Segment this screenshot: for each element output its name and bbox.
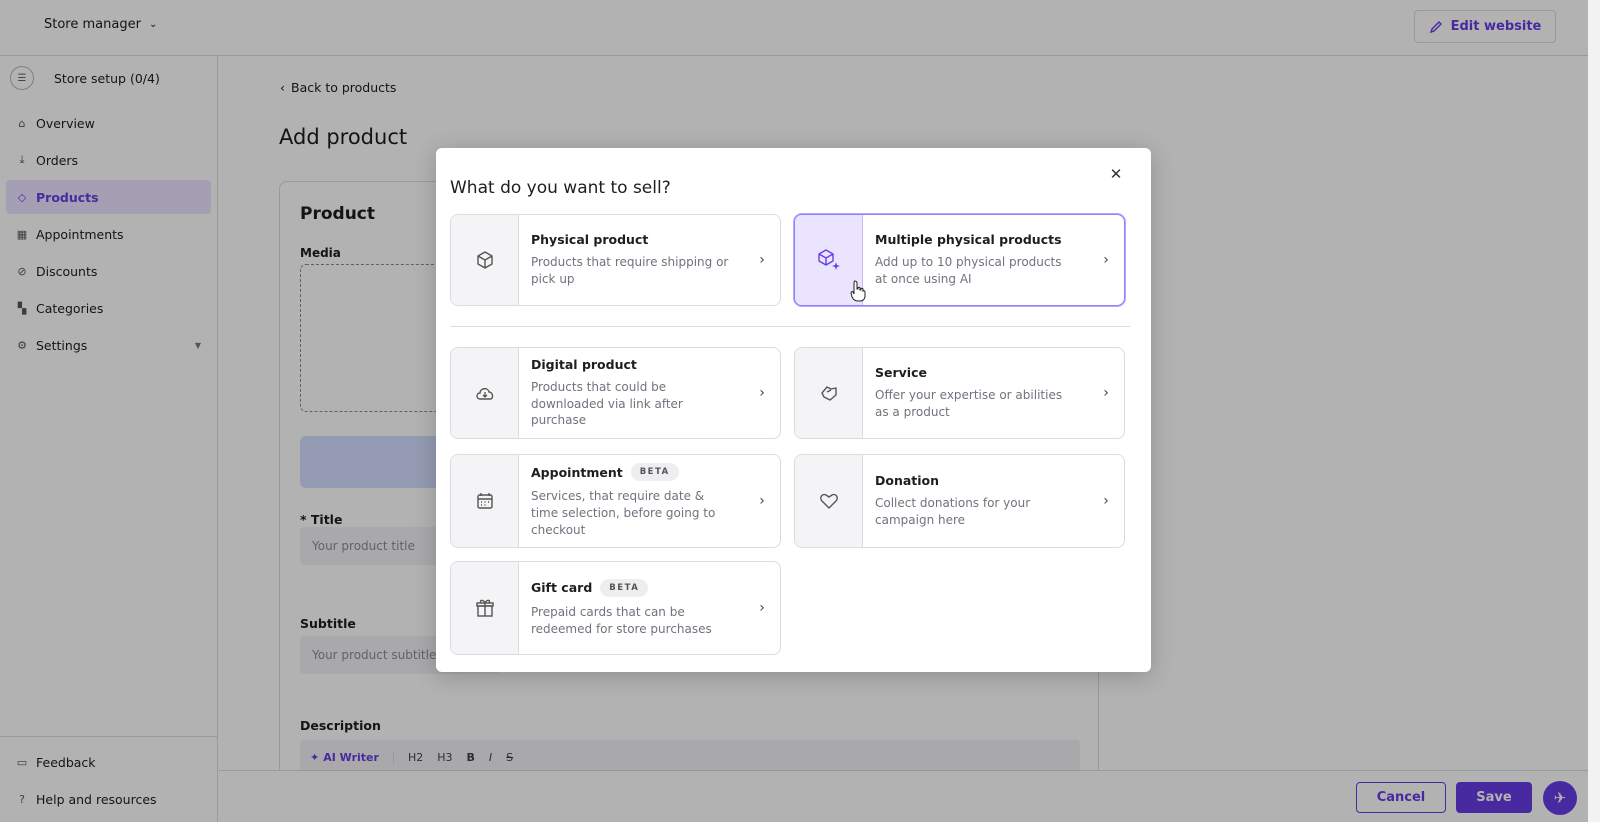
option-description: Services, that require date & time selec… bbox=[531, 489, 716, 537]
option-service[interactable]: Service Offer your expertise or abilitie… bbox=[794, 347, 1125, 439]
option-description: Collect donations for your campaign here bbox=[875, 496, 1031, 527]
chevron-right-icon: › bbox=[759, 385, 765, 401]
option-name: Digital product bbox=[531, 356, 637, 372]
option-gift-card[interactable]: Gift card BETA Prepaid cards that can be … bbox=[450, 561, 781, 655]
beta-badge: BETA bbox=[600, 578, 649, 597]
chevron-right-icon: › bbox=[759, 252, 765, 268]
hand-cursor-icon bbox=[850, 280, 866, 302]
scrollbar[interactable] bbox=[1588, 0, 1600, 822]
calendar-icon bbox=[451, 455, 519, 547]
modal-title: What do you want to sell? bbox=[450, 178, 671, 198]
heart-icon bbox=[795, 455, 863, 547]
chevron-right-icon: › bbox=[1103, 385, 1109, 401]
option-description: Add up to 10 physical products at once u… bbox=[875, 255, 1062, 286]
option-name: Service bbox=[875, 365, 927, 381]
option-name: Physical product bbox=[531, 232, 649, 248]
close-icon[interactable]: ✕ bbox=[1106, 164, 1126, 184]
option-description: Products that require shipping or pick u… bbox=[531, 255, 729, 286]
option-description: Prepaid cards that can be redeemed for s… bbox=[531, 604, 712, 636]
chevron-right-icon: › bbox=[759, 600, 765, 616]
option-appointment[interactable]: Appointment BETA Services, that require d… bbox=[450, 454, 781, 548]
gift-icon bbox=[451, 562, 519, 654]
chevron-right-icon: › bbox=[1103, 252, 1109, 268]
option-physical-product[interactable]: Physical product Products that require s… bbox=[450, 214, 781, 306]
option-name: Multiple physical products bbox=[875, 232, 1062, 248]
option-description: Products that could be downloaded via li… bbox=[531, 379, 683, 428]
beta-badge: BETA bbox=[630, 463, 679, 482]
handshake-icon bbox=[795, 348, 863, 438]
option-donation[interactable]: Donation Collect donations for your camp… bbox=[794, 454, 1125, 548]
option-name: Gift card bbox=[531, 580, 593, 596]
option-multiple-physical-products[interactable]: Multiple physical products Add up to 10 … bbox=[794, 214, 1125, 306]
chevron-right-icon: › bbox=[1103, 493, 1109, 509]
cloud-download-icon bbox=[451, 348, 519, 438]
option-name: Donation bbox=[875, 473, 940, 489]
divider bbox=[450, 326, 1130, 327]
box-icon bbox=[451, 215, 519, 305]
sell-type-modal: What do you want to sell? ✕ Physical pro… bbox=[436, 148, 1151, 672]
option-digital-product[interactable]: Digital product Products that could be d… bbox=[450, 347, 781, 439]
chevron-right-icon: › bbox=[759, 493, 765, 509]
option-description: Offer your expertise or abilities as a p… bbox=[875, 388, 1063, 419]
option-name: Appointment bbox=[531, 464, 623, 480]
